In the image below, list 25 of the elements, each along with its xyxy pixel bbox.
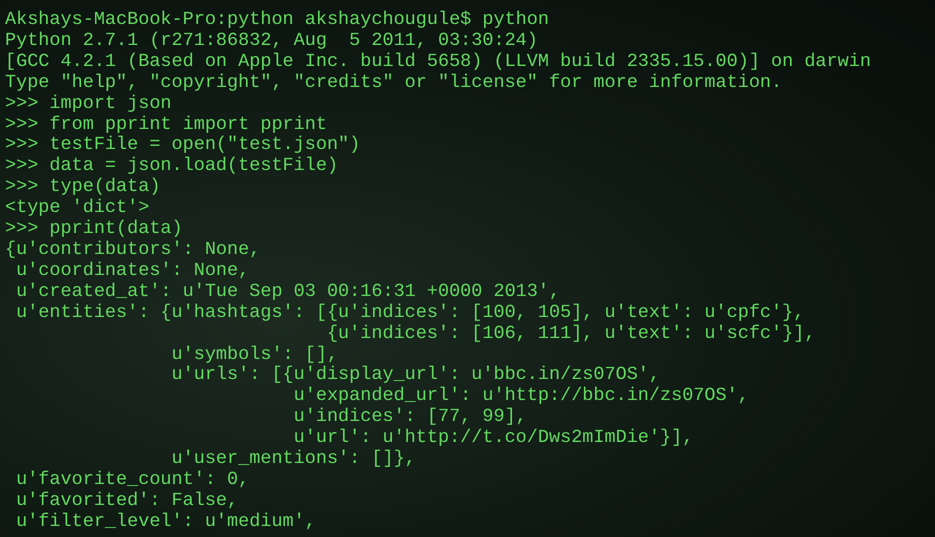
terminal-line: u'entities': {u'hashtags': [{u'indices': [100, 105], u'text': u'cpfc'},: [15, 302, 804, 324]
terminal-line: Python 2.7.1 (r271:86832, Aug 5 2011, 03:30:24): [5, 30, 538, 52]
terminal-line: >>> testFile = open("test.json"): [5, 135, 360, 156]
terminal-line: Type "help", "copyright", "credits" or "license" for more information.: [5, 72, 782, 94]
terminal-line: u'favorite_count': 0,: [15, 470, 250, 491]
terminal-line: Akshays-MacBook-Pro:python akshaychougule$ python: [5, 10, 549, 31]
terminal-line: >>> import json: [5, 94, 172, 115]
terminal-line: u'created_at': u'Tue Sep 03 00:16:31 +0000 2013',: [15, 282, 560, 303]
terminal-line: >>> type(data): [5, 177, 160, 198]
terminal-line: u'filter_level': u'medium',: [15, 512, 316, 533]
terminal-line: >>> data = json.load(testFile): [5, 156, 338, 178]
terminal-line: u'expanded_url': u'http://bbc.in/zs07OS',: [292, 386, 749, 408]
terminal-line: >>> from pprint import pprint: [5, 114, 327, 136]
terminal-line: u'coordinates': None,: [15, 260, 250, 282]
terminal-line: <type 'dict'>: [5, 198, 150, 220]
terminal-line: {u'contributors': None,: [5, 240, 260, 261]
terminal-line: u'favorited': False,: [15, 490, 238, 512]
terminal-line: [GCC 4.2.1 (Based on Apple Inc. build 5658) (LLVM build 2335.15.00)] on darwin: [5, 52, 871, 73]
terminal-line: u'user_mentions': []},: [170, 449, 416, 470]
terminal-line: >>> pprint(data): [5, 219, 183, 240]
terminal-line: u'urls': [{u'display_url': u'bbc.in/zs07OS',: [170, 365, 660, 386]
terminal-line: u'url': u'http://t.co/Dws2mImDie'}],: [292, 428, 694, 450]
terminal-line: {u'indices': [106, 111], u'text': u'scfc'}],: [326, 324, 816, 344]
terminal-line: u'symbols': [],: [170, 344, 338, 366]
terminal-line: u'indices': [77, 99],: [292, 407, 527, 428]
